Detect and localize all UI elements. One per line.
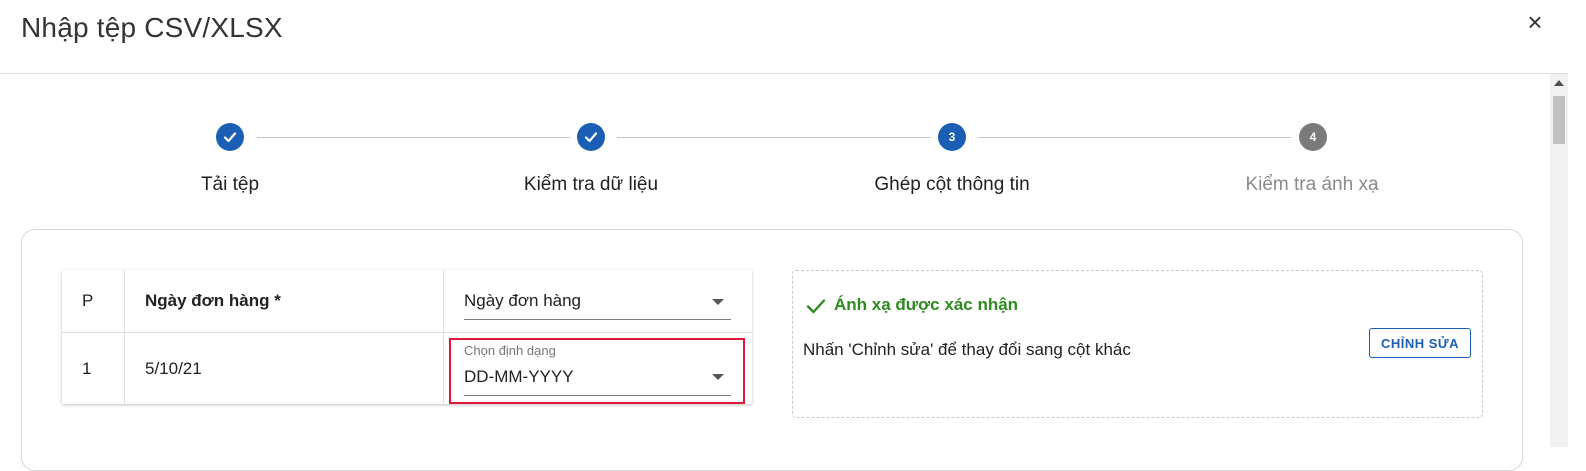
scroll-up-arrow-icon[interactable] xyxy=(1554,80,1564,86)
format-select-highlight xyxy=(449,338,745,404)
step-4-marker: 4 xyxy=(1299,123,1327,151)
confirm-hint: Nhấn 'Chỉnh sửa' để thay đổi sang cột kh… xyxy=(803,340,1131,359)
step-2-check-icon xyxy=(577,123,605,151)
table-divider xyxy=(124,270,125,404)
step-3-marker: 3 xyxy=(938,123,966,151)
header-col-p: P xyxy=(82,291,94,310)
column-select-value: Ngày đơn hàng xyxy=(464,291,582,310)
close-icon[interactable]: × xyxy=(1521,8,1549,36)
step-3-label: Ghép cột thông tin xyxy=(874,174,1030,195)
check-icon xyxy=(806,299,826,314)
step-2-label: Kiểm tra dữ liệu xyxy=(523,174,659,195)
row-value: 5/10/21 xyxy=(145,359,202,378)
edit-button[interactable]: CHỈNH SỬA xyxy=(1369,328,1471,358)
dialog-header: Nhập tệp CSV/XLSX xyxy=(0,0,1568,74)
row-index: 1 xyxy=(82,359,92,378)
chevron-down-icon[interactable] xyxy=(712,299,724,305)
scrollbar-thumb[interactable] xyxy=(1553,96,1565,144)
table-divider xyxy=(443,270,444,404)
stepper-connector xyxy=(257,137,570,138)
stepper-connector xyxy=(617,137,931,138)
step-1-check-icon xyxy=(216,123,244,151)
header-col-name: Ngày đơn hàng * xyxy=(145,291,281,310)
stepper-connector xyxy=(978,137,1291,138)
column-select-underline xyxy=(464,319,731,320)
step-4-label: Kiểm tra ánh xạ xyxy=(1245,174,1379,195)
confirm-title: Ánh xạ được xác nhận xyxy=(834,295,1019,314)
step-1-label: Tải tệp xyxy=(200,174,260,195)
vertical-scrollbar[interactable] xyxy=(1550,74,1568,447)
dialog-title: Nhập tệp CSV/XLSX xyxy=(21,12,283,43)
table-divider xyxy=(62,332,752,333)
